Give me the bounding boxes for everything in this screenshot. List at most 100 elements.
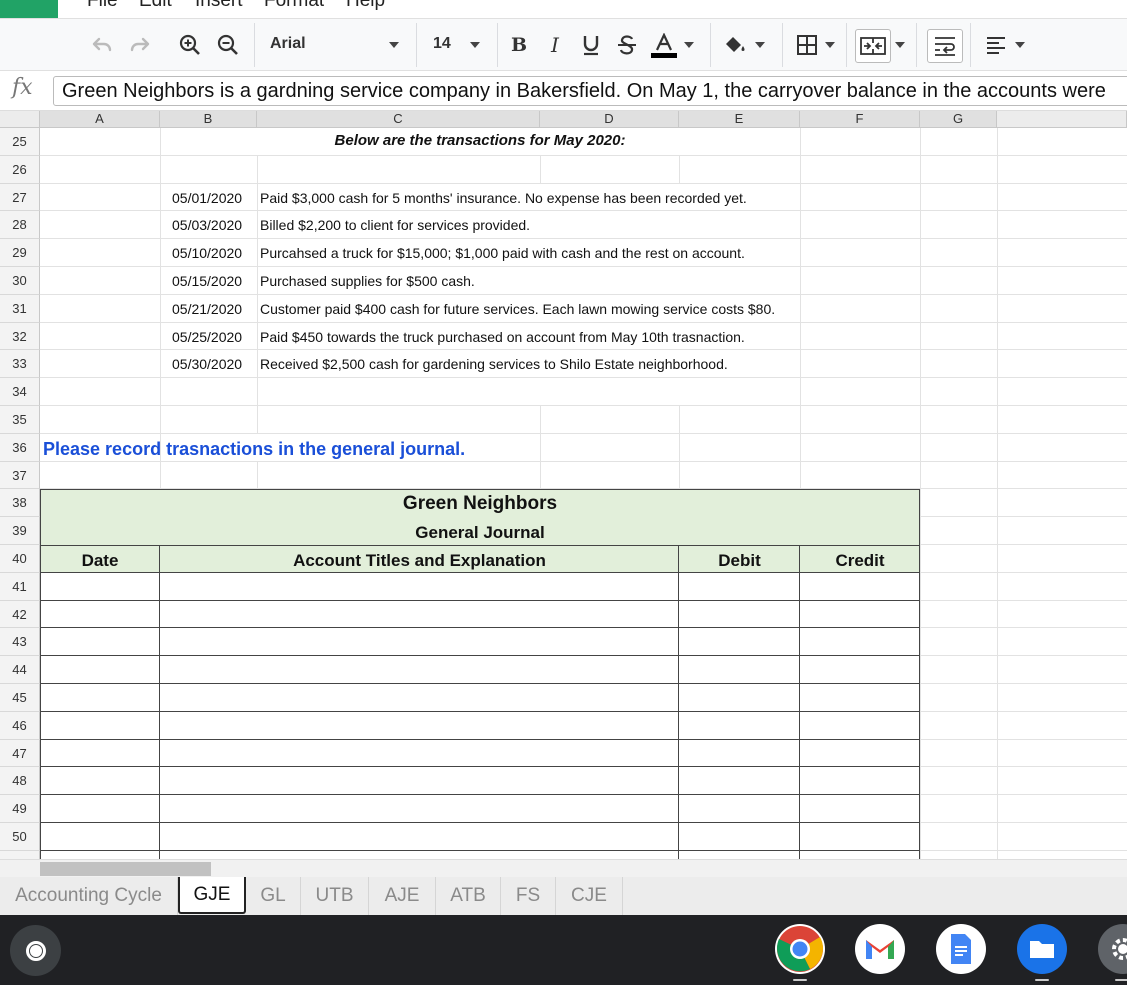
undo-icon[interactable] (88, 27, 116, 63)
row-header-34[interactable]: 34 (0, 378, 40, 406)
journal-credit-cell[interactable] (800, 823, 920, 851)
journal-account-cell[interactable] (160, 684, 679, 712)
journal-debit-cell[interactable] (679, 573, 800, 601)
menu-edit[interactable]: Edit (139, 0, 172, 12)
journal-date-cell[interactable] (40, 573, 160, 601)
journal-date-cell[interactable] (40, 601, 160, 628)
borders-chevron-icon[interactable] (822, 27, 838, 63)
journal-account-cell[interactable] (160, 740, 679, 767)
transaction-description[interactable]: Paid $3,000 cash for 5 months' insurance… (260, 190, 747, 206)
transaction-description[interactable]: Purchased supplies for $500 cash. (260, 273, 475, 289)
sheet-tab-gl[interactable]: GL (246, 877, 301, 915)
spreadsheet-grid[interactable]: A B C D E F G 25 26 27 28 29 30 31 32 33 34 35 36 37 38 39 40 4… (0, 111, 1127, 859)
gmail-icon[interactable] (855, 924, 905, 974)
horizontal-scrollbar[interactable] (0, 859, 1127, 877)
journal-account-cell[interactable] (160, 712, 679, 740)
transaction-date[interactable]: 05/25/2020 (172, 329, 242, 345)
journal-credit-cell[interactable] (800, 628, 920, 656)
text-color-chevron-icon[interactable] (681, 27, 697, 63)
journal-debit-cell[interactable] (679, 628, 800, 656)
journal-account-cell[interactable] (160, 573, 679, 601)
sheet-tab-utb[interactable]: UTB (301, 877, 369, 915)
launcher-icon[interactable] (10, 925, 61, 976)
journal-credit-cell[interactable] (800, 656, 920, 684)
row-header-39[interactable]: 39 (0, 517, 40, 545)
size-chevron-down-icon[interactable] (467, 27, 483, 63)
journal-debit-cell[interactable] (679, 712, 800, 740)
journal-credit-cell[interactable] (800, 601, 920, 628)
column-header-d[interactable]: D (540, 111, 679, 128)
journal-debit-cell[interactable] (679, 767, 800, 795)
row-header-26[interactable]: 26 (0, 156, 40, 184)
transaction-date[interactable]: 05/10/2020 (172, 245, 242, 261)
chrome-icon[interactable] (775, 924, 825, 974)
row-header-46[interactable]: 46 (0, 712, 40, 740)
settings-icon[interactable] (1098, 924, 1127, 974)
sheet-tab-gje[interactable]: GJE (178, 877, 246, 914)
fill-color-chevron-icon[interactable] (752, 27, 768, 63)
journal-date-cell[interactable] (40, 684, 160, 712)
journal-credit-cell[interactable] (800, 851, 920, 859)
journal-debit-cell[interactable] (679, 684, 800, 712)
row-header-43[interactable]: 43 (0, 628, 40, 656)
instruction-text[interactable]: Please record trasnactions in the genera… (43, 439, 465, 460)
row-header-33[interactable]: 33 (0, 350, 40, 378)
merge-cells-icon[interactable] (855, 29, 891, 63)
transaction-description[interactable]: Paid $450 towards the truck purchased on… (260, 329, 745, 345)
sheet-tab-atb[interactable]: ATB (436, 877, 501, 915)
row-header-42[interactable]: 42 (0, 601, 40, 628)
row-header-25[interactable]: 25 (0, 128, 40, 156)
row-header-38[interactable]: 38 (0, 489, 40, 517)
journal-account-cell[interactable] (160, 656, 679, 684)
row-header-51[interactable]: 51 (0, 851, 40, 859)
column-header-f[interactable]: F (800, 111, 920, 128)
row-header-50[interactable]: 50 (0, 823, 40, 851)
journal-account-cell[interactable] (160, 851, 679, 859)
strikethrough-icon[interactable] (615, 27, 639, 63)
journal-debit-cell[interactable] (679, 823, 800, 851)
zoom-out-icon[interactable] (214, 27, 242, 63)
transaction-description[interactable]: Purcahsed a truck for $15,000; $1,000 pa… (260, 245, 745, 261)
redo-icon[interactable] (126, 27, 154, 63)
journal-date-cell[interactable] (40, 628, 160, 656)
journal-debit-cell[interactable] (679, 740, 800, 767)
select-all-corner[interactable] (0, 111, 40, 128)
font-chevron-down-icon[interactable] (386, 27, 402, 63)
transaction-description[interactable]: Received $2,500 cash for gardening servi… (260, 356, 728, 372)
row-header-40[interactable]: 40 (0, 545, 40, 573)
menu-format[interactable]: Format (264, 0, 324, 12)
row-header-44[interactable]: 44 (0, 656, 40, 684)
journal-credit-cell[interactable] (800, 684, 920, 712)
row-header-48[interactable]: 48 (0, 767, 40, 795)
align-left-icon[interactable] (982, 27, 1010, 63)
journal-account-cell[interactable] (160, 628, 679, 656)
journal-account-cell[interactable] (160, 823, 679, 851)
transaction-date[interactable]: 05/30/2020 (172, 356, 242, 372)
wrap-text-icon[interactable] (927, 29, 963, 63)
column-header-g[interactable]: G (920, 111, 997, 128)
transaction-date[interactable]: 05/01/2020 (172, 190, 242, 206)
journal-debit-cell[interactable] (679, 851, 800, 859)
italic-icon[interactable]: I (543, 27, 567, 63)
text-color-icon[interactable] (649, 27, 679, 63)
sheet-tab-cje[interactable]: CJE (556, 877, 623, 915)
row-header-31[interactable]: 31 (0, 295, 40, 323)
column-header-b[interactable]: B (160, 111, 257, 128)
row-header-27[interactable]: 27 (0, 184, 40, 211)
journal-debit-cell[interactable] (679, 795, 800, 823)
app-brand[interactable] (0, 0, 58, 18)
journal-account-cell[interactable] (160, 767, 679, 795)
row-header-41[interactable]: 41 (0, 573, 40, 601)
sheet-tab-aje[interactable]: AJE (369, 877, 436, 915)
journal-debit-cell[interactable] (679, 656, 800, 684)
docs-icon[interactable] (936, 924, 986, 974)
journal-date-cell[interactable] (40, 767, 160, 795)
formula-input[interactable]: Green Neighbors is a gardning service co… (53, 76, 1127, 106)
transaction-date[interactable]: 05/21/2020 (172, 301, 242, 317)
journal-date-cell[interactable] (40, 740, 160, 767)
journal-credit-cell[interactable] (800, 712, 920, 740)
journal-credit-cell[interactable] (800, 767, 920, 795)
sheet-tab-accounting-cycle[interactable]: Accounting Cycle (0, 877, 178, 915)
transaction-description[interactable]: Billed $2,200 to client for services pro… (260, 217, 530, 233)
journal-account-cell[interactable] (160, 795, 679, 823)
